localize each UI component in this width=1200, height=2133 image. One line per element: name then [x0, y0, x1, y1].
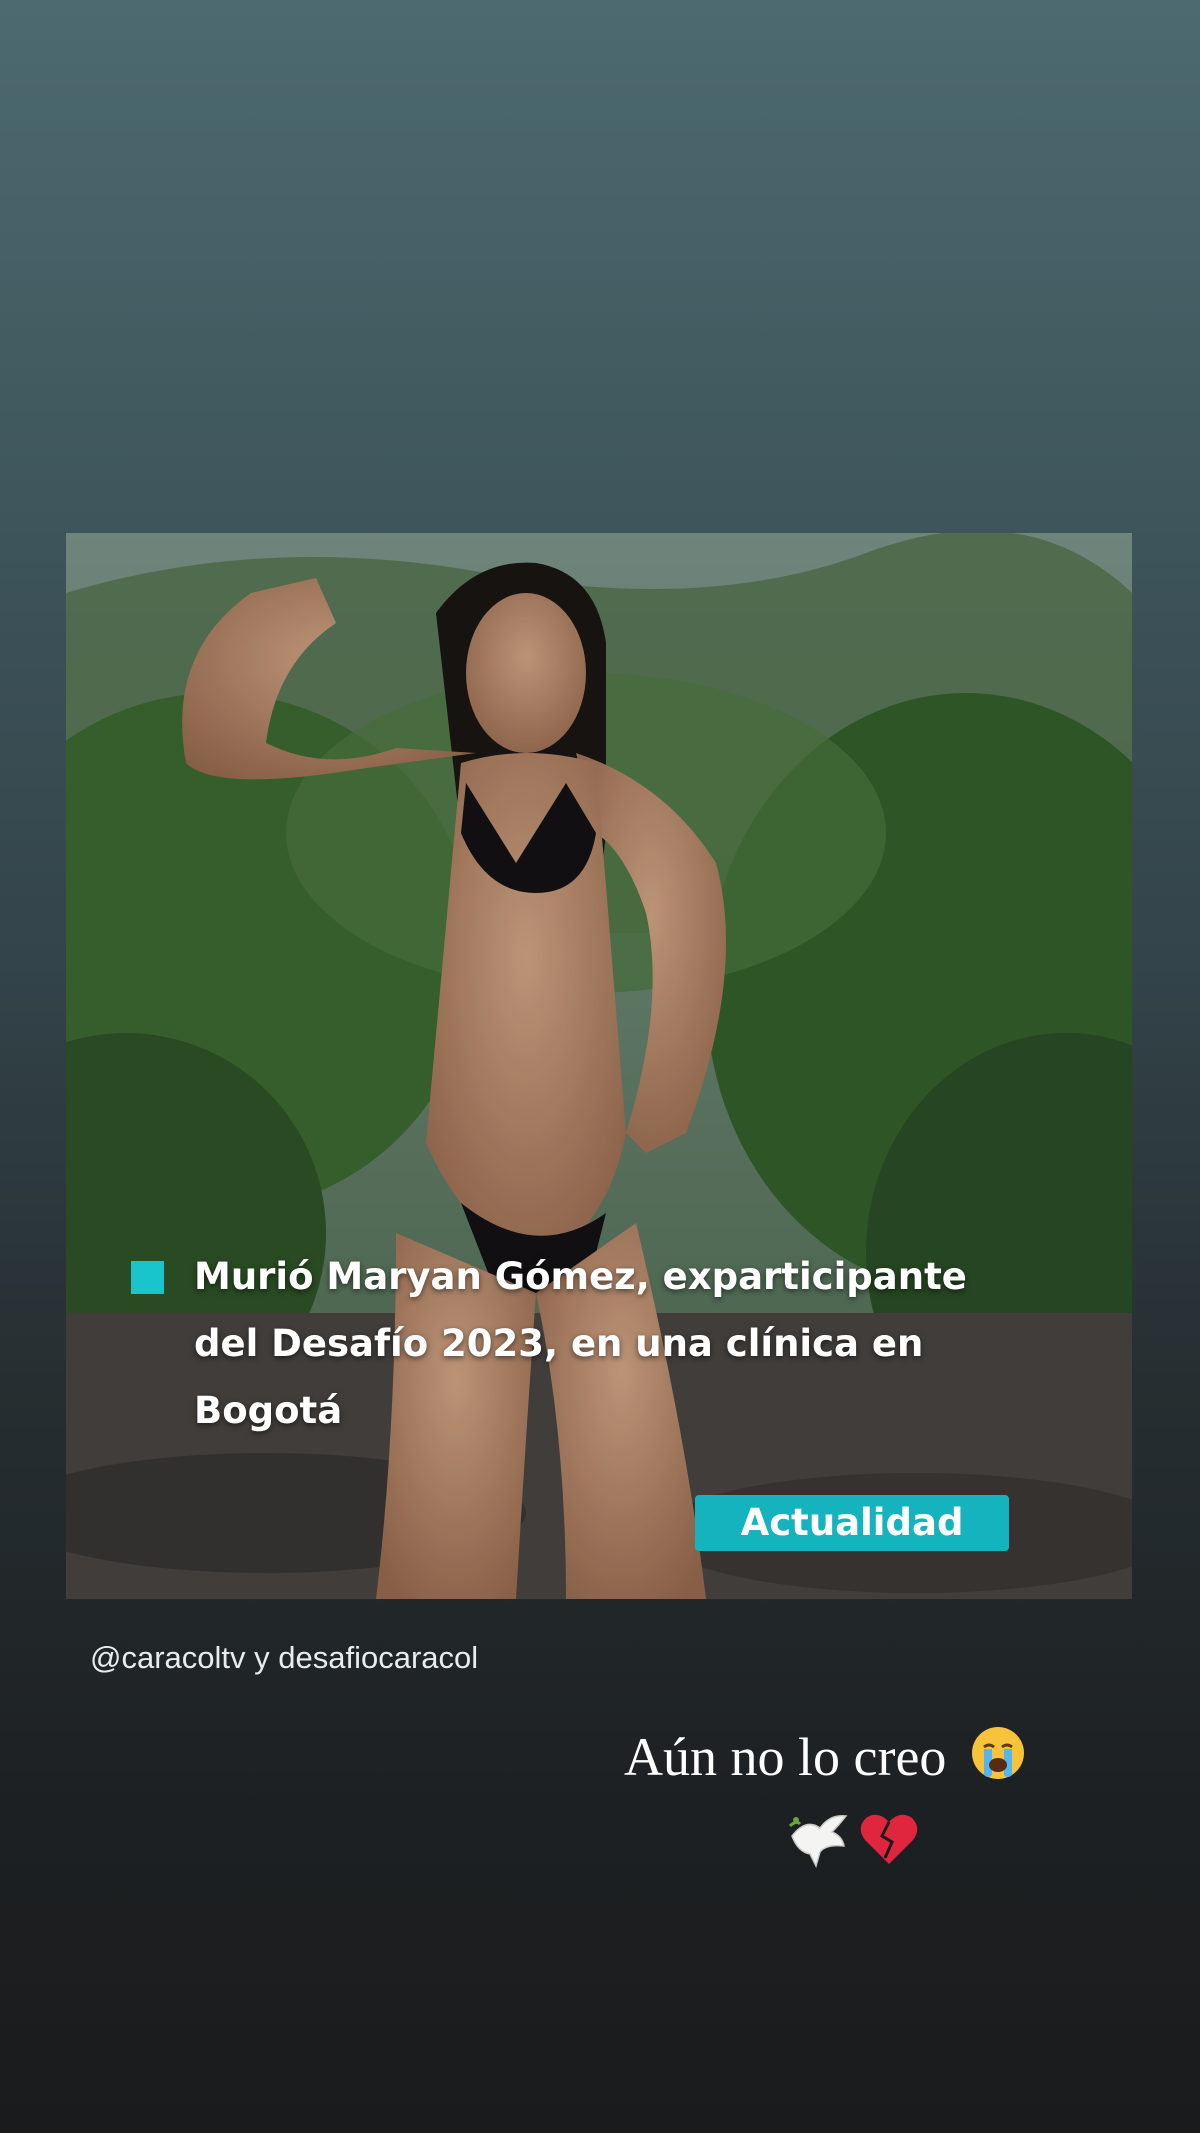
broken-heart-icon [858, 1808, 920, 1874]
headline-bullet-square [131, 1261, 164, 1294]
caption-text: Aún no lo creo [624, 1727, 947, 1787]
post-attribution-mentions[interactable]: @caracoltv y desafiocaracol [90, 1640, 478, 1676]
dove-icon [786, 1806, 852, 1876]
post-headline: Murió Maryan Gómez, exparticipante del D… [194, 1255, 967, 1432]
caption-emojis [786, 1806, 926, 1876]
story-caption: Aún no lo creo [624, 1725, 1026, 1788]
shared-post-image[interactable]: Murió Maryan Gómez, exparticipante del D… [66, 533, 1132, 1599]
category-badge: Actualidad [695, 1495, 1009, 1551]
crying-face-icon [960, 1727, 1026, 1787]
